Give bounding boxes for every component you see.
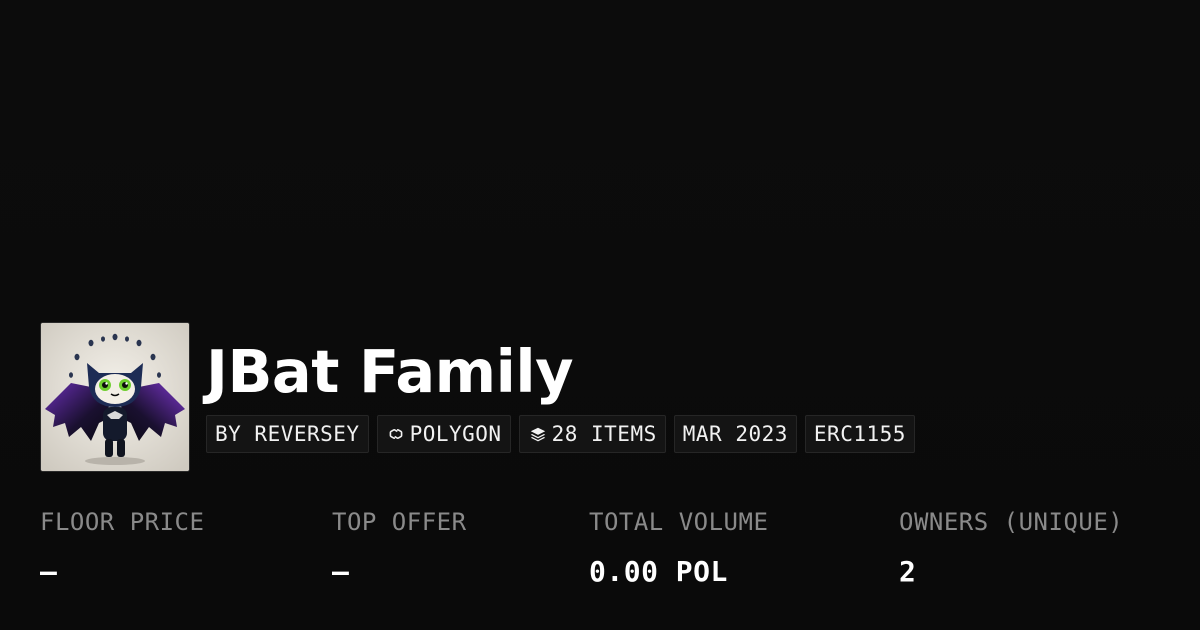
token-standard-chip: ERC1155 (804, 415, 915, 453)
top-offer-label: TOP OFFER (332, 508, 467, 536)
polygon-chain-icon (386, 424, 406, 444)
owners-stat: OWNERS (UNIQUE) 2 (899, 506, 1123, 588)
collection-title: JBat Family (206, 337, 574, 406)
floor-price-label: FLOOR PRICE (40, 508, 205, 536)
chain-label: POLYGON (409, 422, 502, 446)
date-chip: MAR 2023 (673, 415, 797, 453)
items-chip[interactable]: 28 ITEMS (518, 415, 666, 453)
owners-label: OWNERS (UNIQUE) (899, 508, 1124, 536)
token-standard-label: ERC1155 (813, 422, 906, 446)
top-offer-stat: TOP OFFER – (332, 506, 467, 588)
collection-avatar (40, 322, 190, 472)
floor-price-stat: FLOOR PRICE – (40, 506, 204, 588)
items-count-label: 28 ITEMS (551, 422, 657, 446)
created-date-label: MAR 2023 (682, 422, 788, 446)
total-volume-stat: TOTAL VOLUME 0.00 POL (589, 506, 768, 588)
top-offer-value: – (332, 555, 350, 588)
owners-value: 2 (899, 555, 917, 588)
collection-meta-chips: BY REVERSEY POLYGON 28 ITEMS MAR 2023 ER… (206, 415, 915, 455)
total-volume-value: 0.00 POL (589, 555, 728, 588)
bat-character-avatar-icon (41, 323, 189, 471)
floor-price-value: – (40, 555, 58, 588)
chain-chip[interactable]: POLYGON (376, 415, 511, 453)
creator-label: BY REVERSEY (215, 422, 360, 446)
layers-icon (528, 424, 548, 444)
total-volume-label: TOTAL VOLUME (589, 508, 769, 536)
creator-chip[interactable]: BY REVERSEY (206, 415, 369, 453)
collection-card: JBat Family BY REVERSEY POLYGON 28 ITEMS… (0, 0, 1200, 630)
